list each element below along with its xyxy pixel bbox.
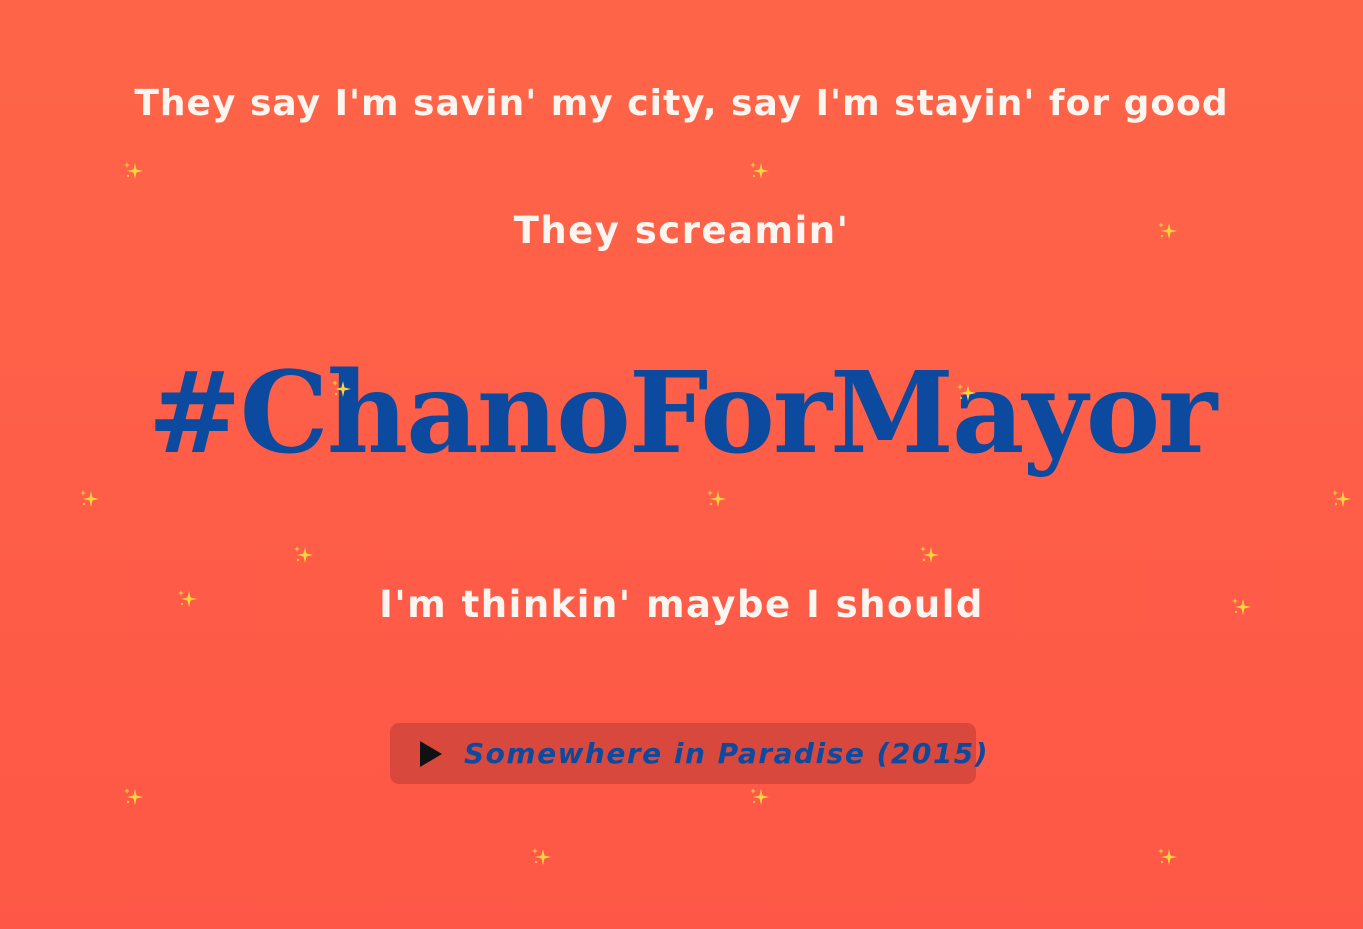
sparkle-icon xyxy=(292,544,314,566)
sparkle-icon xyxy=(748,160,770,182)
sparkle-icon xyxy=(1330,488,1352,510)
lyric-line-1: They say I'm savin' my city, say I'm sta… xyxy=(134,83,1229,124)
page: { "lyrics": { "line1": "They say I'm sav… xyxy=(0,0,1363,929)
play-track-button[interactable]: Somewhere in Paradise (2015) xyxy=(390,723,988,784)
track-title[interactable]: Somewhere in Paradise (2015) xyxy=(464,737,989,770)
sparkle-icon xyxy=(176,588,198,610)
sparkle-icon xyxy=(122,160,144,182)
sparkle-icon xyxy=(955,382,977,404)
sparkle-icon xyxy=(705,488,727,510)
sparkle-icon xyxy=(918,544,940,566)
sparkle-icon xyxy=(330,378,352,400)
sparkle-icon xyxy=(1156,220,1178,242)
sparkle-icon xyxy=(530,846,552,868)
sparkle-icon xyxy=(78,488,100,510)
play-icon[interactable] xyxy=(420,740,442,767)
hashtag-title: #ChanoForMayor xyxy=(147,348,1218,479)
sparkle-icon xyxy=(748,786,770,808)
sparkle-icon xyxy=(1156,846,1178,868)
sparkle-icon xyxy=(1230,596,1252,618)
sparkle-icon xyxy=(122,786,144,808)
lyric-line-3: I'm thinkin' maybe I should xyxy=(379,583,984,626)
